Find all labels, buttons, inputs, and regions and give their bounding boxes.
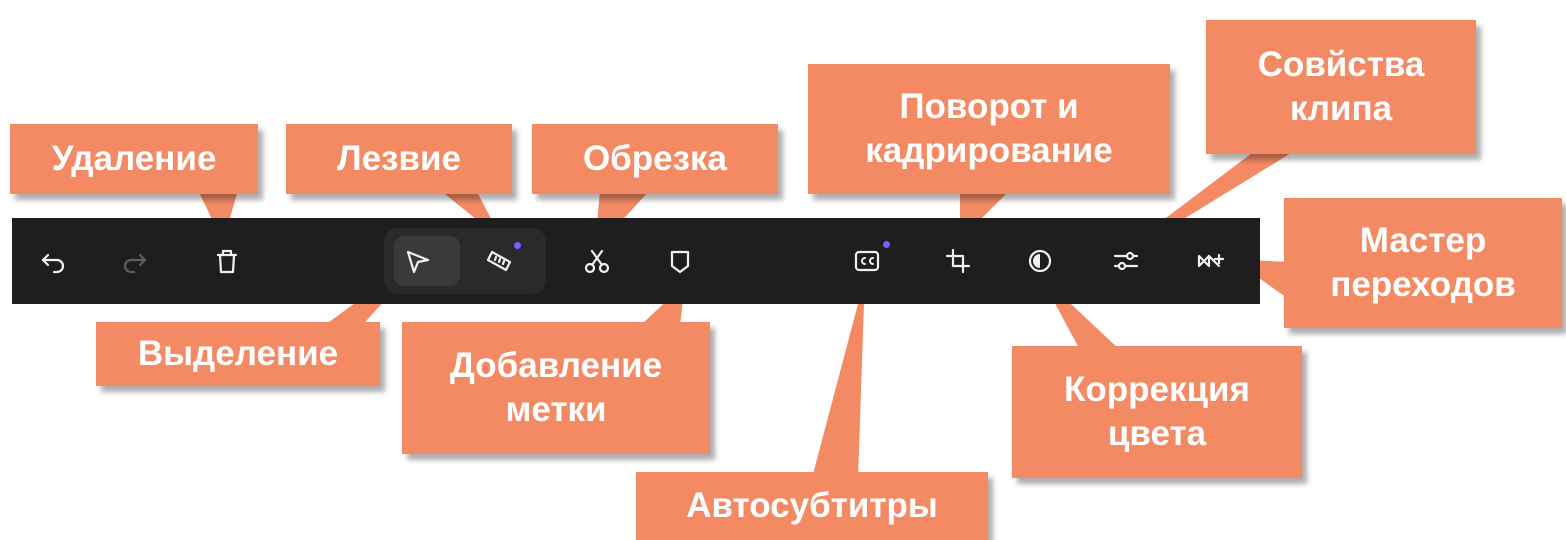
scissors-icon xyxy=(584,249,610,274)
callout-select: Выделение xyxy=(96,322,380,386)
redo-icon xyxy=(123,253,147,274)
add-marker-button[interactable] xyxy=(655,236,705,286)
callout-transition-wizard: Мастер переходов xyxy=(1284,198,1562,328)
callout-add-marker: Добавление метки xyxy=(402,322,710,454)
new-feature-badge xyxy=(883,241,890,248)
marker-icon xyxy=(670,250,690,274)
delete-button[interactable] xyxy=(202,236,252,286)
blade-button[interactable] xyxy=(474,236,524,286)
undo-button[interactable] xyxy=(28,236,78,286)
clip-properties-button[interactable] xyxy=(1101,236,1151,286)
callout-auto-subtitles: Автосубтитры xyxy=(636,472,988,540)
callout-color-correction: Коррекция цвета xyxy=(1012,346,1302,478)
timeline-toolbar xyxy=(12,218,1260,304)
transition-icon xyxy=(1197,253,1225,268)
contrast-icon xyxy=(1028,249,1052,273)
callout-rotate-crop: Поворот и кадрирование xyxy=(808,64,1170,194)
auto-subtitles-button[interactable] xyxy=(842,236,892,286)
crop-icon xyxy=(945,248,971,274)
rotate-crop-button[interactable] xyxy=(933,236,983,286)
cursor-arrow-icon xyxy=(406,250,430,274)
cc-icon xyxy=(854,250,880,272)
redo-button[interactable] xyxy=(110,236,160,286)
blade-icon xyxy=(486,250,512,272)
trash-icon xyxy=(216,249,238,274)
callout-blade: Лезвие xyxy=(286,124,512,194)
color-correction-button[interactable] xyxy=(1015,236,1065,286)
transition-wizard-button[interactable] xyxy=(1186,236,1236,286)
sliders-icon xyxy=(1113,251,1139,271)
callout-trim: Обрезка xyxy=(532,124,778,194)
new-feature-badge xyxy=(514,242,521,249)
trim-button[interactable] xyxy=(572,236,622,286)
select-button[interactable] xyxy=(392,236,442,286)
undo-icon xyxy=(41,253,65,274)
callout-clip-properties: Совйства клипа xyxy=(1206,20,1476,154)
callout-delete: Удаление xyxy=(10,124,258,194)
